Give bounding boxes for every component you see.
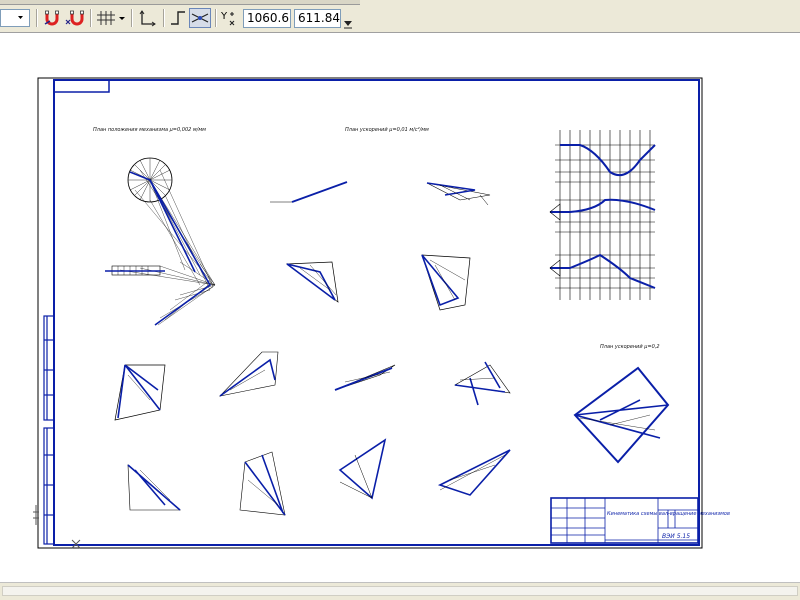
- velocity-plan-2: [286, 261, 339, 303]
- velocity-plan-1: [426, 182, 491, 206]
- coord-button[interactable]: Y: [220, 8, 240, 28]
- kinematic-diagrams: [549, 130, 656, 300]
- title-block-text: Кинематика схемы вал-вращение механизмов: [607, 511, 730, 517]
- toolbar-top-strip: [0, 0, 360, 5]
- horizontal-scrollbar[interactable]: [0, 582, 800, 600]
- spin-down-icon[interactable]: [343, 18, 353, 30]
- toolbar-separator: [163, 9, 165, 27]
- coord-x-field[interactable]: 1060.6: [243, 9, 291, 28]
- magnet-icon: [44, 10, 59, 26]
- toolbar-separator: [36, 9, 38, 27]
- accel-plan-3: [334, 364, 396, 391]
- mechanism-position-plan: [105, 157, 216, 326]
- magnet-off-icon: [65, 10, 84, 26]
- snap-icon: [191, 13, 209, 23]
- caption-right: План ускорений μ=0,2: [600, 344, 660, 350]
- accel-plan-7: [338, 438, 387, 500]
- chevron-down-icon: [18, 16, 23, 19]
- title-block-code: ВЭИ 5.15: [662, 533, 690, 540]
- scrollbar-track[interactable]: [2, 586, 798, 596]
- title-block: Кинематика схемы вал-вращение механизмов…: [550, 497, 730, 544]
- coord-label: Y: [220, 11, 228, 22]
- accel-plan-5: [127, 464, 181, 511]
- side-stamp: [43, 315, 55, 545]
- accel-plan-4: [454, 361, 511, 406]
- caption-left: План положения механизма μ=0,002 м/мм: [93, 127, 206, 133]
- magnet-button[interactable]: [42, 8, 62, 28]
- accel-plan-8: [437, 449, 511, 496]
- axes-button[interactable]: [137, 8, 159, 28]
- drawing-canvas[interactable]: План положения механизма μ=0,002 м/мм Пл…: [0, 34, 800, 582]
- velocity-segment: [291, 181, 348, 203]
- coord-y-field[interactable]: 611.84: [294, 9, 341, 28]
- toolbar-separator: [131, 9, 133, 27]
- coord-icon: Y: [220, 11, 235, 26]
- magnet-off-button[interactable]: [64, 8, 86, 28]
- accel-plan-6: [239, 451, 286, 516]
- ortho-icon: [171, 11, 185, 25]
- grid-icon: [97, 11, 125, 25]
- accel-plan-1: [114, 364, 166, 421]
- toolbar: Y 1060.6 611.84: [0, 0, 800, 33]
- accel-plan-large: [573, 366, 670, 464]
- snap-button[interactable]: [189, 8, 211, 28]
- grid-button[interactable]: [96, 8, 126, 28]
- ortho-button[interactable]: [168, 8, 188, 28]
- axes-icon: [139, 10, 156, 27]
- caption-mid: План ускорений μ=0,01 м/с²/мм: [345, 127, 429, 133]
- velocity-plan-3: [421, 254, 471, 311]
- accel-plan-2: [219, 351, 279, 397]
- toolbar-separator: [215, 9, 217, 27]
- toolbar-separator: [90, 9, 92, 27]
- drawing-sheet: План положения механизма μ=0,002 м/мм Пл…: [33, 77, 730, 549]
- style-select[interactable]: [0, 9, 30, 27]
